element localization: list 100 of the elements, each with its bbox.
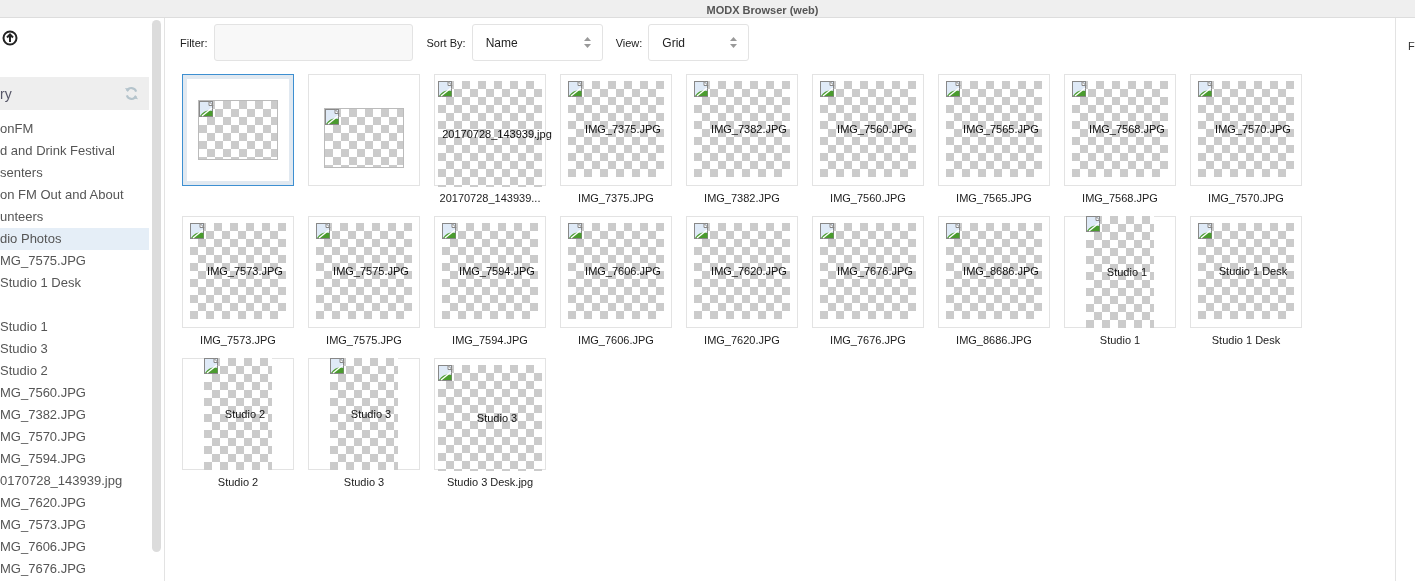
tree-item[interactable]: 0170728_143939.jpg <box>0 470 149 492</box>
thumbnail-card[interactable]: Studio 2 <box>182 358 294 470</box>
broken-image-icon <box>204 358 220 374</box>
broken-image-icon <box>199 101 215 117</box>
thumbnail-card[interactable] <box>182 74 294 186</box>
broken-image-icon <box>568 223 584 239</box>
caret-icon <box>729 36 739 49</box>
file-name: IMG_7382.JPG <box>704 192 780 204</box>
tree-item[interactable]: Studio 1 Desk <box>0 272 149 294</box>
tree-item[interactable]: MG_7594.JPG <box>0 448 149 470</box>
upload-icon[interactable] <box>2 30 18 46</box>
broken-image-icon <box>442 223 458 239</box>
image-alt-text: IMG_7620.JPG <box>710 265 787 277</box>
image-alt-text: IMG_7568.JPG <box>1088 123 1165 135</box>
tree-item[interactable]: MG_7676.JPG <box>0 558 149 580</box>
thumbnail-card[interactable]: IMG_7606.JPG <box>560 216 672 328</box>
broken-image-icon <box>946 223 962 239</box>
window-title: MODX Browser (web) <box>705 3 819 17</box>
thumbnail-card[interactable]: IMG_7575.JPG <box>308 216 420 328</box>
broken-image-icon <box>1086 216 1102 232</box>
tree-item[interactable]: unteers <box>0 206 149 228</box>
file-name: IMG_7560.JPG <box>830 192 906 204</box>
tree-item[interactable]: MG_7606.JPG <box>0 536 149 558</box>
broken-image-icon <box>694 223 710 239</box>
tree-item[interactable]: MG_7570.JPG <box>0 426 149 448</box>
caret-icon <box>582 36 592 49</box>
tree-item[interactable]: Studio 3 <box>0 338 149 360</box>
image-alt-text: IMG_7676.JPG <box>836 265 913 277</box>
image-alt-text: IMG_7375.JPG <box>584 123 661 135</box>
filter-field[interactable] <box>213 24 413 61</box>
file-name: IMG_7573.JPG <box>200 334 276 346</box>
image-alt-text: IMG_7606.JPG <box>584 265 661 277</box>
sort-select[interactable]: Name <box>471 24 603 61</box>
file-name: Studio 1 <box>1099 334 1141 346</box>
thumbnail-card[interactable]: IMG_7560.JPG <box>812 74 924 186</box>
thumbnail-card[interactable]: IMG_7594.JPG <box>434 216 546 328</box>
broken-image-icon <box>190 223 206 239</box>
view-select[interactable]: Grid <box>648 24 750 61</box>
file-name: IMG_7568.JPG <box>1082 192 1158 204</box>
view-label: View: <box>615 36 643 49</box>
panel-label: F <box>1408 40 1415 52</box>
tree-item[interactable]: onFM <box>0 118 149 140</box>
tree-item[interactable]: senters <box>0 162 149 184</box>
broken-image-icon <box>1198 81 1214 97</box>
thumbnail-card[interactable]: IMG_7375.JPG <box>560 74 672 186</box>
broken-image-icon <box>820 81 836 97</box>
thumbnail-card[interactable]: Studio 3 <box>308 358 420 470</box>
tree-header-label: ry <box>0 85 12 102</box>
image-alt-text: IMG_7560.JPG <box>836 123 913 135</box>
broken-image-icon <box>946 81 962 97</box>
tree-header[interactable]: ry <box>0 77 149 110</box>
scrollbar[interactable] <box>152 20 161 552</box>
image-alt-text: IMG_7565.JPG <box>962 123 1039 135</box>
broken-image-icon <box>438 365 454 381</box>
tree-item[interactable]: d and Drink Festival <box>0 140 149 162</box>
thumbnail-card[interactable]: IMG_7676.JPG <box>812 216 924 328</box>
thumbnail-card[interactable]: IMG_7565.JPG <box>938 74 1050 186</box>
file-name: 20170728_143939... <box>439 192 541 204</box>
file-name: Studio 2 <box>217 476 259 488</box>
broken-image-icon <box>325 109 341 125</box>
tree-item[interactable]: Studio 1 <box>0 316 149 338</box>
image-alt-text: IMG_7575.JPG <box>332 265 409 277</box>
broken-image-icon <box>1072 81 1088 97</box>
tree-item[interactable]: MG_7382.JPG <box>0 404 149 426</box>
file-name: Studio 3 <box>343 476 385 488</box>
tree-item[interactable]: Studio 2 <box>0 360 149 382</box>
tree-item[interactable]: MG_7620.JPG <box>0 492 149 514</box>
thumbnail-card[interactable]: IMG_7620.JPG <box>686 216 798 328</box>
thumbnail-card[interactable]: Studio 1 Desk <box>1190 216 1302 328</box>
refresh-icon[interactable] <box>124 86 139 101</box>
thumbnail-card[interactable]: Studio 1 <box>1064 216 1176 328</box>
thumbnail-card[interactable]: IMG_7570.JPG <box>1190 74 1302 186</box>
tree-item[interactable]: MG_7573.JPG <box>0 514 149 536</box>
tree-item[interactable]: dio Photos <box>0 228 149 250</box>
thumbnail-card[interactable]: IMG_7573.JPG <box>182 216 294 328</box>
thumbnail-card[interactable]: IMG_8686.JPG <box>938 216 1050 328</box>
file-name: IMG_7620.JPG <box>704 334 780 346</box>
file-name: Studio 1 Desk <box>1211 334 1281 346</box>
file-name: IMG_7676.JPG <box>830 334 906 346</box>
file-name: IMG_7375.JPG <box>578 192 654 204</box>
filter-label: Filter: <box>180 36 208 49</box>
sort-label: Sort By: <box>426 36 466 49</box>
broken-image-icon <box>1198 223 1214 239</box>
image-alt-text: IMG_8686.JPG <box>962 265 1039 277</box>
broken-image-icon <box>568 81 584 97</box>
thumbnail-card[interactable]: IMG_7382.JPG <box>686 74 798 186</box>
thumbnail-card[interactable]: IMG_7568.JPG <box>1064 74 1176 186</box>
file-name: IMG_7594.JPG <box>452 334 528 346</box>
file-name: IMG_7606.JPG <box>578 334 654 346</box>
file-name: Studio 3 Desk.jpg <box>446 476 534 488</box>
image-alt-text: Studio 2 <box>223 408 266 420</box>
tree-item[interactable]: MG_7560.JPG <box>0 382 149 404</box>
image-alt-text: IMG_7573.JPG <box>206 265 283 277</box>
image-alt-text: Studio 3 <box>349 408 392 420</box>
tree-item[interactable]: MG_7575.JPG <box>0 250 149 272</box>
broken-image-icon <box>694 81 710 97</box>
thumbnail-card[interactable]: Studio 3 <box>434 358 546 470</box>
file-name: IMG_7565.JPG <box>956 192 1032 204</box>
tree-item[interactable]: on FM Out and About <box>0 184 149 206</box>
image-alt-text: IMG_7382.JPG <box>710 123 787 135</box>
